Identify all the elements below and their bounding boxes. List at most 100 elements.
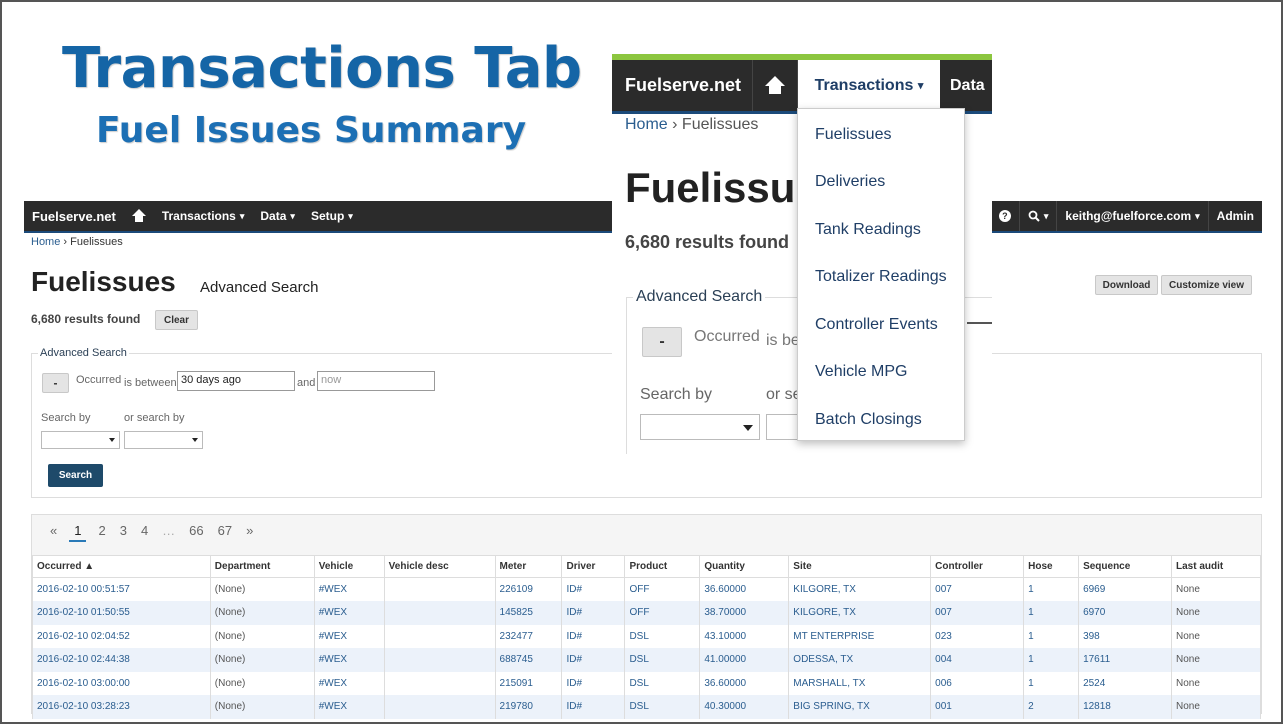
column-header[interactable]: Controller — [930, 555, 1025, 578]
zoom-data-menu[interactable]: Data — [940, 77, 985, 95]
table-cell[interactable]: MARSHALL, TX — [788, 671, 932, 695]
table-cell[interactable]: KILGORE, TX — [788, 601, 932, 625]
table-cell[interactable]: ID# — [561, 671, 626, 695]
nav-setup[interactable]: Setup ▾ — [303, 201, 361, 231]
table-cell[interactable]: 398 — [1078, 624, 1172, 648]
table-cell[interactable]: 2016-02-10 02:04:52 — [32, 624, 211, 648]
table-cell[interactable]: BIG SPRING, TX — [788, 695, 932, 719]
column-header[interactable]: Driver — [561, 555, 626, 578]
column-header[interactable]: Hose — [1023, 555, 1080, 578]
table-cell[interactable]: OFF — [624, 601, 701, 625]
zoom-search-by-select[interactable] — [640, 414, 760, 440]
table-cell[interactable]: #WEX — [313, 601, 385, 625]
customize-view-button[interactable]: Customize view — [1161, 275, 1252, 295]
table-cell[interactable]: DSL — [624, 648, 701, 672]
dropdown-item-totalizer-readings[interactable]: Totalizer Readings — [815, 268, 947, 286]
table-cell[interactable]: 2016-02-10 03:00:00 — [32, 671, 211, 695]
table-cell[interactable]: 007 — [930, 601, 1025, 625]
page-link[interactable]: 4 — [141, 523, 148, 542]
table-cell[interactable]: 41.00000 — [699, 648, 790, 672]
column-header[interactable]: Quantity — [699, 555, 790, 578]
page-link-current[interactable]: 1 — [69, 523, 87, 542]
zoom-remove-button[interactable]: - — [642, 327, 682, 357]
table-cell[interactable]: 2524 — [1078, 671, 1172, 695]
search-by-select[interactable] — [41, 431, 120, 449]
dropdown-item-tank-readings[interactable]: Tank Readings — [815, 221, 921, 239]
table-cell[interactable]: #WEX — [313, 671, 385, 695]
dropdown-item-vehicle-mpg[interactable]: Vehicle MPG — [815, 363, 907, 381]
table-cell[interactable]: #WEX — [313, 624, 385, 648]
occurred-from-input[interactable]: 30 days ago — [177, 371, 295, 391]
remove-condition-button[interactable]: - — [42, 373, 69, 393]
page-link[interactable]: 3 — [120, 523, 127, 542]
table-row[interactable]: 2016-02-10 02:04:52 (None) #WEX 232477 ID# DS… — [32, 624, 1261, 648]
table-cell[interactable]: MT ENTERPRISE — [788, 624, 932, 648]
table-cell[interactable]: 2016-02-10 03:28:23 — [32, 695, 211, 719]
table-row[interactable]: 2016-02-10 03:00:00 (None) #WEX 215091 ID# DS… — [32, 671, 1261, 695]
table-cell[interactable]: 6970 — [1078, 601, 1172, 625]
table-cell[interactable]: 215091 — [494, 671, 563, 695]
table-cell[interactable]: 43.10000 — [699, 624, 790, 648]
table-cell[interactable]: 1 — [1023, 624, 1080, 648]
table-cell[interactable]: ID# — [561, 601, 626, 625]
column-header[interactable]: Meter — [494, 555, 563, 578]
table-cell[interactable]: 688745 — [494, 648, 563, 672]
table-cell[interactable]: 36.60000 — [699, 577, 790, 601]
dropdown-item-deliveries[interactable]: Deliveries — [815, 173, 885, 191]
table-cell[interactable]: ID# — [561, 648, 626, 672]
table-cell[interactable]: 2016-02-10 02:44:38 — [32, 648, 211, 672]
column-header[interactable]: Department — [209, 555, 315, 578]
table-cell[interactable]: 12818 — [1078, 695, 1172, 719]
table-cell[interactable]: 232477 — [494, 624, 563, 648]
table-row[interactable]: 2016-02-10 02:44:38 (None) #WEX 688745 ID# DS… — [32, 648, 1261, 672]
table-cell[interactable]: 6969 — [1078, 577, 1172, 601]
table-cell[interactable]: ODESSA, TX — [788, 648, 932, 672]
page-link[interactable]: 67 — [218, 523, 232, 542]
column-header[interactable]: Vehicle desc — [383, 555, 496, 578]
search-button[interactable]: Search — [48, 464, 103, 487]
nav-transactions[interactable]: Transactions ▾ — [154, 201, 253, 231]
table-cell[interactable]: 007 — [930, 577, 1025, 601]
or-search-by-select[interactable] — [124, 431, 203, 449]
table-cell[interactable]: 219780 — [494, 695, 563, 719]
column-header[interactable]: Site — [788, 555, 932, 578]
table-cell[interactable]: ID# — [561, 695, 626, 719]
occurred-to-input[interactable]: now — [317, 371, 435, 391]
page-link[interactable]: 66 — [189, 523, 203, 542]
table-cell[interactable]: ID# — [561, 577, 626, 601]
table-cell[interactable]: 1 — [1023, 601, 1080, 625]
dropdown-item-fuelissues[interactable]: Fuelissues — [815, 126, 891, 144]
table-row[interactable]: 2016-02-10 03:28:23 (None) #WEX 219780 ID# DS… — [32, 695, 1261, 719]
table-cell[interactable]: KILGORE, TX — [788, 577, 932, 601]
zoom-home-button[interactable] — [752, 60, 798, 111]
advanced-search-link[interactable]: Advanced Search — [200, 279, 318, 296]
table-cell[interactable]: 001 — [930, 695, 1025, 719]
table-cell[interactable]: 023 — [930, 624, 1025, 648]
table-cell[interactable]: DSL — [624, 671, 701, 695]
table-cell[interactable]: ID# — [561, 624, 626, 648]
column-header[interactable]: Occurred ▲ — [32, 555, 211, 578]
pagination-prev[interactable]: « — [50, 523, 57, 542]
table-cell[interactable]: 1 — [1023, 648, 1080, 672]
zoom-transactions-menu[interactable]: Transactions ▾ — [798, 60, 940, 111]
column-header[interactable]: Sequence — [1078, 555, 1172, 578]
table-cell[interactable]: 1 — [1023, 671, 1080, 695]
brand-link[interactable]: Fuelserve.net — [24, 209, 124, 224]
dropdown-item-controller-events[interactable]: Controller Events — [815, 316, 938, 334]
table-cell[interactable]: 006 — [930, 671, 1025, 695]
nav-data[interactable]: Data ▾ — [252, 201, 303, 231]
table-row[interactable]: 2016-02-10 00:51:57 (None) #WEX 226109 ID# OF… — [32, 577, 1261, 601]
user-menu[interactable]: keithg@fuelforce.com ▾ — [1056, 201, 1207, 231]
pagination-next[interactable]: » — [246, 523, 253, 542]
table-cell[interactable]: #WEX — [313, 648, 385, 672]
table-cell[interactable]: OFF — [624, 577, 701, 601]
zoom-brand[interactable]: Fuelserve.net — [612, 75, 752, 96]
table-cell[interactable]: 36.60000 — [699, 671, 790, 695]
search-menu[interactable]: ▾ — [1018, 201, 1057, 231]
table-cell[interactable]: #WEX — [313, 577, 385, 601]
admin-link[interactable]: Admin — [1207, 201, 1262, 231]
table-cell[interactable]: 2016-02-10 01:50:55 — [32, 601, 211, 625]
breadcrumb-home[interactable]: Home — [31, 236, 60, 248]
table-cell[interactable]: 17611 — [1078, 648, 1172, 672]
table-cell[interactable]: 004 — [930, 648, 1025, 672]
